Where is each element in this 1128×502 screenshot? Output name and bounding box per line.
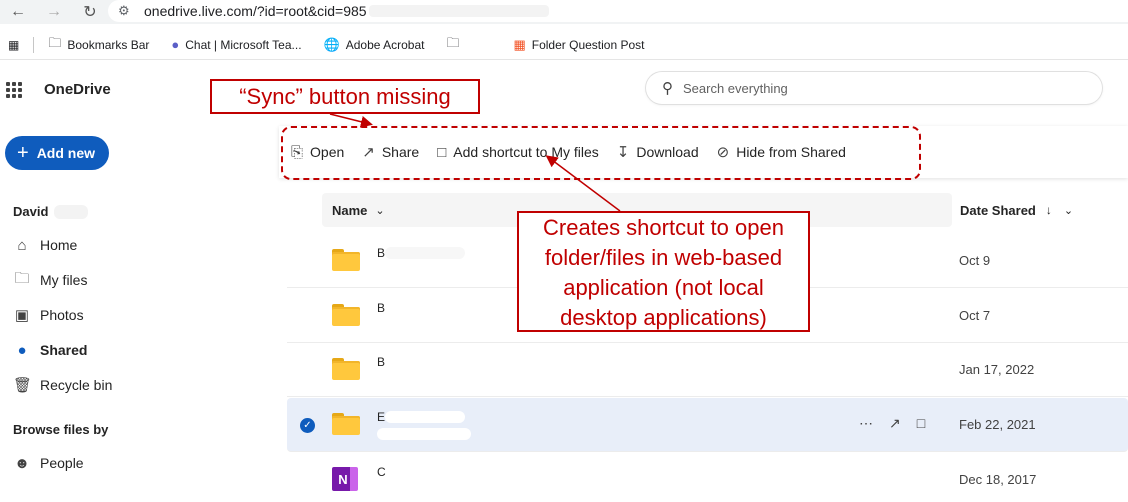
name-redaction xyxy=(54,204,89,219)
nav-item-people[interactable]: ☻ People xyxy=(13,452,84,474)
chevron-down-icon: ⌄ xyxy=(375,204,385,217)
person-icon: ☻ xyxy=(14,454,30,472)
shortcut-icon[interactable]: □ xyxy=(917,415,925,432)
folder-icon: 🗀 xyxy=(14,269,30,287)
bookmark-adobe-acrobat[interactable]: 🌐 Adobe Acrobat xyxy=(324,37,425,53)
date-shared: Feb 22, 2021 xyxy=(959,417,1036,432)
reload-icon[interactable]: ↻ xyxy=(72,0,108,24)
sort-descending-icon: ↓ xyxy=(1045,203,1052,217)
app-title[interactable]: OneDrive xyxy=(44,81,111,98)
table-row[interactable]: N C Dec 18, 2017 xyxy=(287,453,1128,502)
nav-item-my-files[interactable]: 🗀 My files xyxy=(13,269,87,291)
forward-icon[interactable]: → xyxy=(36,0,72,24)
name-redaction xyxy=(385,411,465,423)
url-text: onedrive.live.com/?id=root&cid=985 xyxy=(144,3,367,19)
nav-item-shared[interactable]: ● Shared xyxy=(13,339,87,361)
name-redaction xyxy=(385,247,465,259)
share-icon[interactable]: ↗ xyxy=(889,415,901,432)
file-name[interactable]: C xyxy=(377,465,386,479)
folder-icon: 🗀 xyxy=(48,34,62,50)
home-icon: ⌂ xyxy=(17,236,27,254)
search-input[interactable]: ⚲ Search everything xyxy=(646,72,1102,104)
bookmark-teams-chat[interactable]: ● Chat | Microsoft Tea... xyxy=(171,37,301,52)
image-icon: ▣ xyxy=(14,307,30,324)
annotation-line: desktop applications) xyxy=(560,305,767,330)
folder-icon xyxy=(332,304,360,326)
add-new-button[interactable]: + Add new xyxy=(5,136,109,170)
folder-icon: 🗀 xyxy=(446,34,460,50)
back-icon[interactable]: ← xyxy=(0,0,36,24)
annotation-dashed-box xyxy=(281,126,921,180)
globe-icon: 🌐 xyxy=(323,36,340,52)
trash-icon: 🗑 xyxy=(13,377,33,394)
name-redaction xyxy=(377,428,471,440)
browser-toolbar: ← → ↻ ⚙ onedrive.live.com/?id=root&cid=9… xyxy=(0,0,1128,24)
annotation-sync-missing: “Sync” button missing xyxy=(210,79,480,114)
more-options-icon[interactable]: ⋯ xyxy=(859,415,873,432)
bookmark-separator xyxy=(33,36,35,53)
date-shared: Jan 17, 2022 xyxy=(959,362,1035,377)
annotation-shortcut-note: Creates shortcut to open folder/files in… xyxy=(517,211,810,332)
app-launcher-icon[interactable] xyxy=(6,82,22,98)
folder-icon xyxy=(332,249,360,271)
file-name[interactable]: B xyxy=(377,355,385,369)
onenote-icon: N xyxy=(332,467,358,491)
annotation-line: Creates shortcut to open xyxy=(543,215,784,240)
teams-icon: ● xyxy=(171,37,180,52)
bookmark-bookmarks-bar[interactable]: 🗀 Bookmarks Bar xyxy=(48,34,149,56)
sidebar: OneDrive + Add new David ⌂ Home 🗀 My fil… xyxy=(0,66,270,502)
nav-item-photos[interactable]: ▣ Photos xyxy=(13,304,84,326)
chevron-down-icon: ⌄ xyxy=(1063,204,1074,217)
people-icon: ● xyxy=(17,341,27,359)
file-name[interactable]: E xyxy=(377,410,385,424)
file-name[interactable]: B xyxy=(377,301,385,315)
arrow-to-command-bar xyxy=(329,113,373,128)
url-redaction xyxy=(368,5,549,17)
search-icon: ⚲ xyxy=(662,80,673,97)
folder-icon xyxy=(332,413,360,435)
user-name: David xyxy=(13,204,89,219)
plus-icon: + xyxy=(17,141,29,164)
annotation-line: folder/files in web-based xyxy=(544,245,783,270)
site-settings-icon[interactable]: ⚙ xyxy=(118,3,134,19)
bookmark-folder-question-post[interactable]: ▦ Folder Question Post xyxy=(513,37,644,53)
date-shared: Oct 9 xyxy=(959,253,991,268)
date-shared: Dec 18, 2017 xyxy=(959,472,1037,487)
nav-item-home[interactable]: ⌂ Home xyxy=(13,234,77,256)
checkmark-icon[interactable]: ✓ xyxy=(300,418,315,433)
bookmark-folder[interactable]: 🗀 xyxy=(446,34,465,56)
file-name[interactable]: B xyxy=(377,246,385,260)
table-row-selected[interactable]: ✓ E ⋯ ↗ □ Feb 22, 2021 xyxy=(287,398,1128,452)
address-bar[interactable]: ⚙ onedrive.live.com/?id=root&cid=985 xyxy=(108,0,1128,22)
bookmarks-bar: ▦ 🗀 Bookmarks Bar ● Chat | Microsoft Tea..… xyxy=(0,30,1128,60)
folder-icon xyxy=(332,358,360,380)
table-row[interactable]: B Jan 17, 2022 xyxy=(287,343,1128,397)
annotation-line: application (not local xyxy=(563,275,764,300)
nav-item-recycle-bin[interactable]: 🗑 Recycle bin xyxy=(13,374,112,396)
row-actions: ⋯ ↗ □ xyxy=(859,415,941,432)
date-shared: Oct 7 xyxy=(959,308,991,323)
browse-heading: Browse files by xyxy=(13,422,109,437)
apps-grid-icon[interactable]: ▦ xyxy=(8,38,19,52)
windows-icon: ▦ xyxy=(513,36,526,52)
column-header-date-shared[interactable]: Date Shared ↓ ⌄ xyxy=(960,193,1073,227)
